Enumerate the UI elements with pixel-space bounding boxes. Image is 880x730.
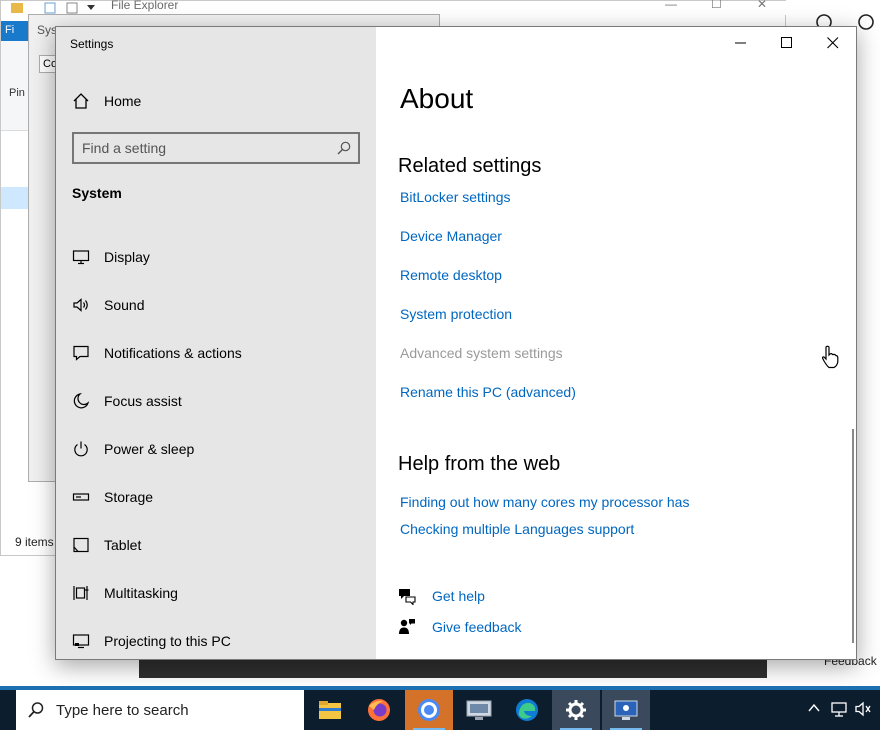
edge-icon [516,699,538,721]
settings-content: About Related settings BitLocker setting… [376,27,856,659]
speaker-icon [72,296,90,314]
sidebar-item-power-sleep[interactable]: Power & sleep [56,425,376,473]
remote-desktop-link[interactable]: Remote desktop [400,267,502,283]
settings-icon [566,700,586,720]
give-feedback-row[interactable]: Give feedback [398,616,522,638]
taskbar-chrome[interactable] [405,690,453,730]
sidebar-item-sound[interactable]: Sound [56,281,376,329]
page-title: About [400,83,474,114]
sidebar-item-label: Display [104,249,150,265]
give-feedback-icon [399,619,415,634]
network-icon[interactable] [830,700,848,718]
sidebar-nav-list: Display Sound Notifications & actions Fo… [56,233,376,659]
show-hidden-icons-chevron-up-icon[interactable] [806,700,822,716]
power-icon [72,440,90,458]
quick-access-icons [11,2,95,14]
maximize-icon [781,37,792,48]
explorer-nav-selection [1,187,29,209]
system-info-icon [614,700,638,720]
close-icon [827,37,839,49]
monitor-icon [72,248,90,266]
explorer-maximize-icon[interactable]: ☐ [711,0,722,11]
maximize-button[interactable] [764,27,810,59]
taskbar [0,690,880,730]
related-settings-heading: Related settings [398,155,542,177]
system-protection-link[interactable]: System protection [400,306,512,322]
chrome-icon [418,699,440,721]
quick-access-toolbar: File Explorer — ☐ ✕ [1,0,787,15]
taskbar-system-info[interactable] [602,690,650,730]
sidebar-item-focus-assist[interactable]: Focus assist [56,377,376,425]
window-title: Settings [70,37,114,51]
explorer-title: File Explorer [111,0,179,12]
home-icon [73,93,89,109]
taskbar-settings[interactable] [552,690,600,730]
explorer-minimize-icon[interactable]: — [665,0,677,11]
device-manager-link[interactable]: Device Manager [400,228,502,244]
volume-muted-icon[interactable] [854,700,872,718]
sidebar-item-label: Tablet [104,537,142,553]
sidebar-item-storage[interactable]: Storage [56,473,376,521]
settings-window: Settings Home System Display [55,26,857,660]
get-help-row[interactable]: Get help [398,585,485,607]
message-icon [72,344,90,362]
sidebar-item-label: Sound [104,297,145,313]
sidebar-item-tablet[interactable]: Tablet [56,521,376,569]
sidebar-item-label: Power & sleep [104,441,195,457]
sidebar-item-label: Multitasking [104,585,178,601]
minimize-button[interactable] [718,27,764,59]
minimize-icon [735,42,746,44]
help-link-languages[interactable]: Checking multiple Languages support [400,521,634,537]
sidebar-item-projecting[interactable]: Projecting to this PC [56,617,376,659]
rename-pc-link[interactable]: Rename this PC (advanced) [400,384,576,400]
sidebar-item-label: Focus assist [104,393,182,409]
help-link-cores[interactable]: Finding out how many cores my processor … [400,494,689,510]
get-help-icon [399,589,416,605]
taskbar-edge[interactable] [503,690,551,730]
taskbar-search-icon [28,702,44,718]
file-explorer-icon [319,701,341,719]
moon-icon [72,392,90,410]
close-button[interactable] [810,27,856,59]
taskbar-file-explorer[interactable] [306,690,354,730]
explorer-pin-label: Pin [9,87,25,99]
help-from-web-heading: Help from the web [398,453,561,475]
remote-desktop-icon [466,700,492,720]
sidebar-item-notifications[interactable]: Notifications & actions [56,329,376,377]
bitlocker-settings-link[interactable]: BitLocker settings [400,189,511,205]
projecting-icon [72,632,90,650]
sidebar-item-multitasking[interactable]: Multitasking [56,569,376,617]
taskbar-firefox[interactable] [355,690,403,730]
find-setting-search[interactable] [72,132,360,164]
explorer-close-icon[interactable]: ✕ [757,0,767,11]
settings-sidebar: Settings Home System Display [56,27,376,659]
taskbar-search-input[interactable] [56,701,276,719]
explorer-item-count: 9 items [15,535,54,549]
firefox-icon [368,699,390,721]
taskbar-search-box[interactable] [16,690,304,730]
find-setting-input[interactable] [82,139,322,157]
taskbar-remote-desktop[interactable] [455,690,503,730]
sidebar-item-label: Storage [104,489,154,505]
sidebar-item-label: Notifications & actions [104,345,242,361]
search-icon[interactable] [336,140,352,156]
home-nav-item[interactable]: Home [72,89,141,113]
sidebar-item-label: Projecting to this PC [104,633,231,649]
section-title: System [72,185,122,201]
hand-cursor-icon [821,345,839,369]
advanced-system-settings-link[interactable]: Advanced system settings [400,345,563,361]
give-feedback-label: Give feedback [432,619,522,635]
tablet-icon [72,536,90,554]
sidebar-item-display[interactable]: Display [56,233,376,281]
home-label: Home [104,93,142,109]
explorer-file-tab[interactable]: Fi [1,21,31,41]
storage-icon [72,488,90,506]
multitasking-icon [72,584,90,602]
content-scrollbar[interactable] [852,429,854,643]
get-help-label: Get help [432,588,485,604]
